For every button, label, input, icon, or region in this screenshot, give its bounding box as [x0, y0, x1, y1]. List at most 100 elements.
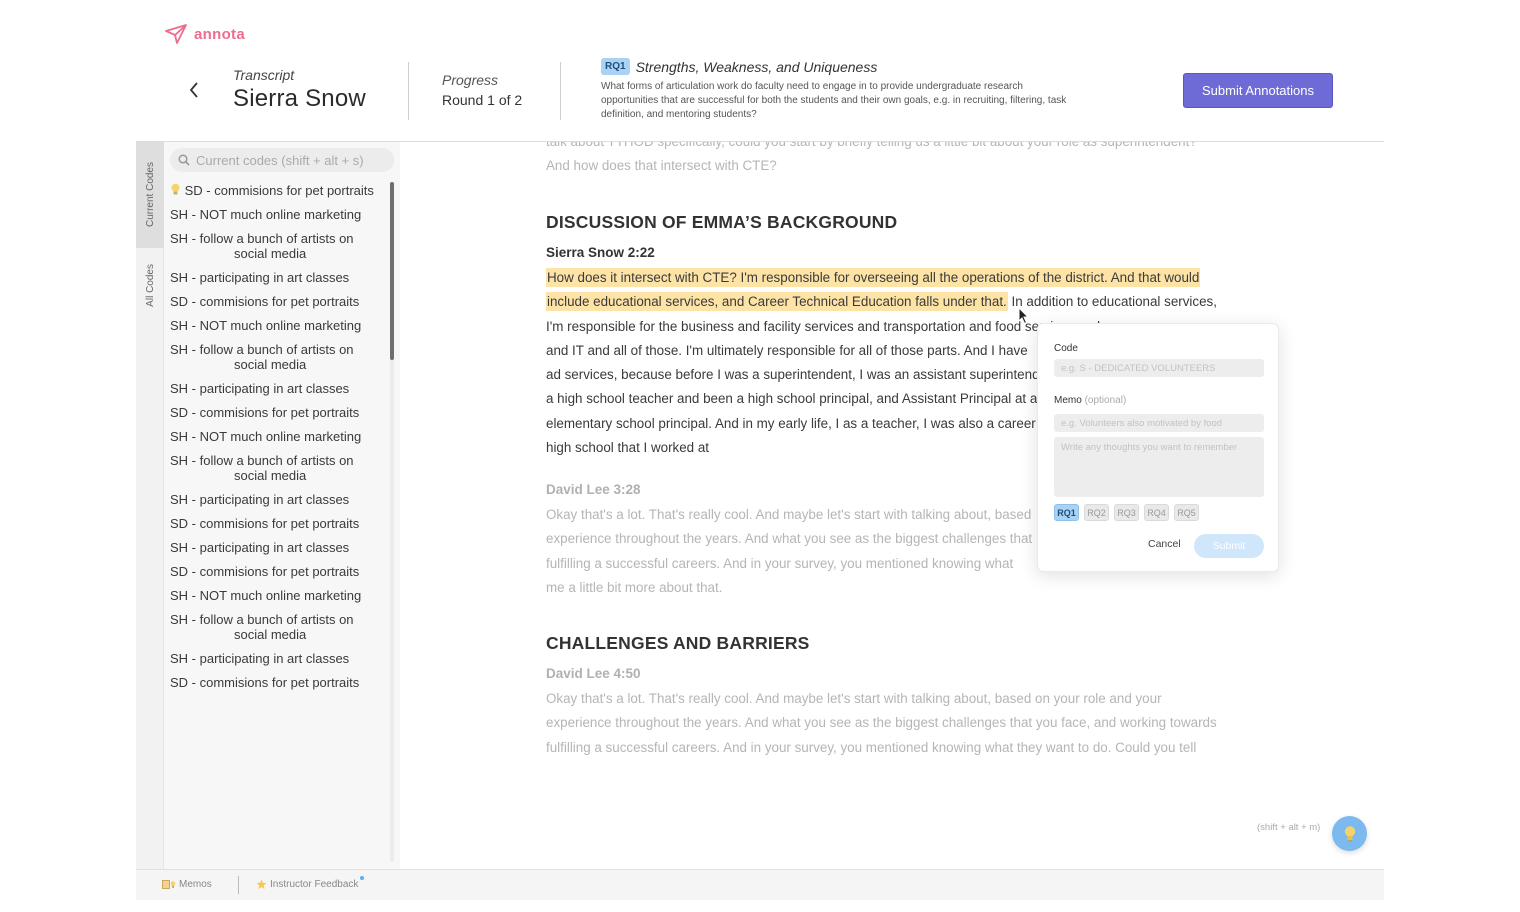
rq-chip[interactable]: RQ1 [1054, 504, 1079, 521]
code-list-item[interactable]: SH - participating in art classes [170, 488, 392, 512]
transcript-line: me a little bit more about that. [546, 579, 723, 595]
transcript-line: fulfilling a successful careers. And in … [546, 739, 1197, 755]
code-list-item[interactable]: SD - commisions for pet portraits [170, 290, 392, 314]
transcript-line: How does it intersect with CTE? I'm resp… [546, 266, 1256, 290]
code-label: SH - participating in art classes [170, 651, 350, 666]
submit-annotations-button[interactable]: Submit Annotations [1183, 73, 1333, 108]
transcript-paragraph[interactable]: Okay that's a lot. That's really cool. A… [546, 687, 1256, 760]
bottom-bar: Memos Instructor Feedback [136, 869, 1384, 900]
rq-badge: RQ1 [601, 58, 630, 75]
rq-chip[interactable]: RQ4 [1144, 504, 1169, 521]
highlighted-text[interactable]: include educational services, and Career… [546, 292, 1008, 312]
transcript-text: In addition to educational services, [1007, 294, 1217, 310]
research-question: RQ1 Strengths, Weakness, and Uniqueness … [601, 58, 1081, 122]
memo-optional-label: (optional) [1084, 395, 1127, 406]
code-list-item[interactable]: SD - commisions for pet portraits [170, 560, 392, 584]
rq-chip[interactable]: RQ5 [1174, 504, 1199, 521]
code-label: SH - follow a bunch of artists on [170, 231, 354, 246]
code-list-item[interactable]: SH - follow a bunch of artists on social … [170, 608, 392, 647]
code-list-item[interactable]: SH - follow a bunch of artists on social … [170, 338, 392, 377]
code-list-item[interactable]: SH - NOT much online marketing [170, 203, 392, 227]
instructor-feedback-text: Instructor Feedback [270, 879, 359, 890]
code-list-item[interactable]: SH - follow a bunch of artists on social … [170, 227, 392, 266]
rq-chip[interactable]: RQ2 [1084, 504, 1109, 521]
code-list-item[interactable]: SD - commisions for pet portraits [170, 671, 392, 695]
highlighted-text[interactable]: How does it intersect with CTE? I'm resp… [546, 268, 1201, 287]
star-icon [256, 879, 267, 889]
code-label: SH - participating in art classes [170, 492, 350, 507]
code-label: SD - commisions for pet portraits [170, 405, 360, 420]
tab-all-codes-label: All Codes [144, 263, 156, 307]
code-label: SH - NOT much online marketing [170, 429, 362, 444]
code-list-item[interactable]: SD - commisions for pet portraits [170, 179, 392, 203]
section-title: DISCUSSION OF EMMA’S BACKGROUND [546, 212, 898, 232]
memos-tab[interactable]: Memos [162, 879, 212, 890]
code-list-item[interactable]: SH - participating in art classes [170, 647, 392, 671]
code-list-item[interactable]: SH - NOT much online marketing [170, 425, 392, 449]
code-list-item[interactable]: SH - NOT much online marketing [170, 314, 392, 338]
memo-field-label: Memo (optional) [1054, 395, 1126, 406]
submit-code-button[interactable]: Submit [1194, 534, 1264, 558]
codes-sidebar: SD - commisions for pet portraits SH - N… [164, 142, 400, 869]
transcript-line: And how does that intersect with CTE? [546, 158, 777, 174]
code-label: SD - commisions for pet portraits [184, 183, 374, 198]
code-list-item[interactable]: SH - NOT much online marketing [170, 584, 392, 608]
sidebar-rail: Current Codes All Codes [136, 142, 164, 869]
shortcut-hint: (shift + alt + m) [1257, 822, 1321, 833]
code-label: SH - NOT much online marketing [170, 318, 362, 333]
code-label: SH - participating in art classes [170, 381, 350, 396]
transcript-text: talk about TTHOD specifically, could you… [546, 142, 1256, 179]
back-button[interactable] [184, 78, 204, 102]
code-search-input[interactable] [196, 152, 386, 168]
search-icon [178, 154, 190, 166]
transcript-line: include educational services, and Career… [546, 290, 1256, 314]
memo-input[interactable] [1054, 414, 1264, 432]
code-search[interactable] [170, 148, 394, 172]
code-label: SH - NOT much online marketing [170, 588, 362, 603]
code-field-label: Code [1054, 343, 1078, 354]
section-title: CHALLENGES AND BARRIERS [546, 633, 810, 653]
code-list-item[interactable]: SD - commisions for pet portraits [170, 401, 392, 425]
progress-value: Round 1 of 2 [442, 92, 523, 108]
instructor-feedback-label: Instructor Feedback [270, 876, 365, 890]
transcript-name: Sierra Snow [233, 85, 366, 112]
instructor-feedback-tab[interactable]: Instructor Feedback [256, 876, 365, 890]
annotation-popover: Code Memo (optional) RQ1 RQ2 RQ3 RQ4 RQ5… [1037, 323, 1279, 572]
code-label: SH - participating in art classes [170, 540, 350, 555]
code-list-item[interactable]: SH - participating in art classes [170, 377, 392, 401]
code-label: SH - NOT much online marketing [170, 207, 362, 222]
rq-description: What forms of articulation work do facul… [601, 81, 1067, 120]
code-label-continued: social media [234, 468, 307, 483]
cancel-button[interactable]: Cancel [1148, 538, 1181, 550]
rq-title: Strengths, Weakness, and Uniqueness [635, 58, 878, 75]
code-label: SH - participating in art classes [170, 270, 350, 285]
transcript-line: experience throughout the years. And wha… [546, 715, 1217, 731]
code-label: SH - follow a bunch of artists on [170, 612, 354, 627]
code-label-continued: social media [234, 357, 307, 372]
code-list-item[interactable]: SD - commisions for pet portraits [170, 512, 392, 536]
rq-chip[interactable]: RQ3 [1114, 504, 1139, 521]
thoughts-textarea[interactable] [1054, 437, 1264, 497]
speaker-label: David Lee 4:50 [546, 666, 641, 681]
header-divider [408, 62, 409, 120]
transcript-info: Transcript Sierra Snow [233, 67, 366, 113]
code-list-item[interactable]: SH - participating in art classes [170, 266, 392, 290]
lightbulb-icon [171, 183, 180, 195]
transcript-line: talk about TTHOD specifically, could you… [546, 142, 1256, 154]
scrollbar-thumb[interactable] [390, 182, 394, 360]
code-list-item[interactable]: SH - participating in art classes [170, 536, 392, 560]
speaker-label: Sierra Snow 2:22 [546, 245, 655, 260]
tab-all-codes[interactable]: All Codes [136, 252, 164, 318]
mouse-cursor-icon [1018, 307, 1030, 325]
tab-current-codes[interactable]: Current Codes [136, 142, 164, 248]
chevron-left-icon [189, 82, 198, 98]
code-input[interactable] [1054, 359, 1264, 377]
code-label: SH - follow a bunch of artists on [170, 453, 354, 468]
transcript-line: Okay that's a lot. That's really cool. A… [546, 691, 1162, 706]
notification-dot [360, 876, 365, 880]
app-logo[interactable]: annota [165, 24, 245, 44]
lightbulb-icon [1344, 825, 1355, 841]
progress-label: Progress [442, 72, 499, 88]
code-list-item[interactable]: SH - follow a bunch of artists on social … [170, 449, 392, 488]
memo-fab-button[interactable] [1332, 816, 1367, 851]
